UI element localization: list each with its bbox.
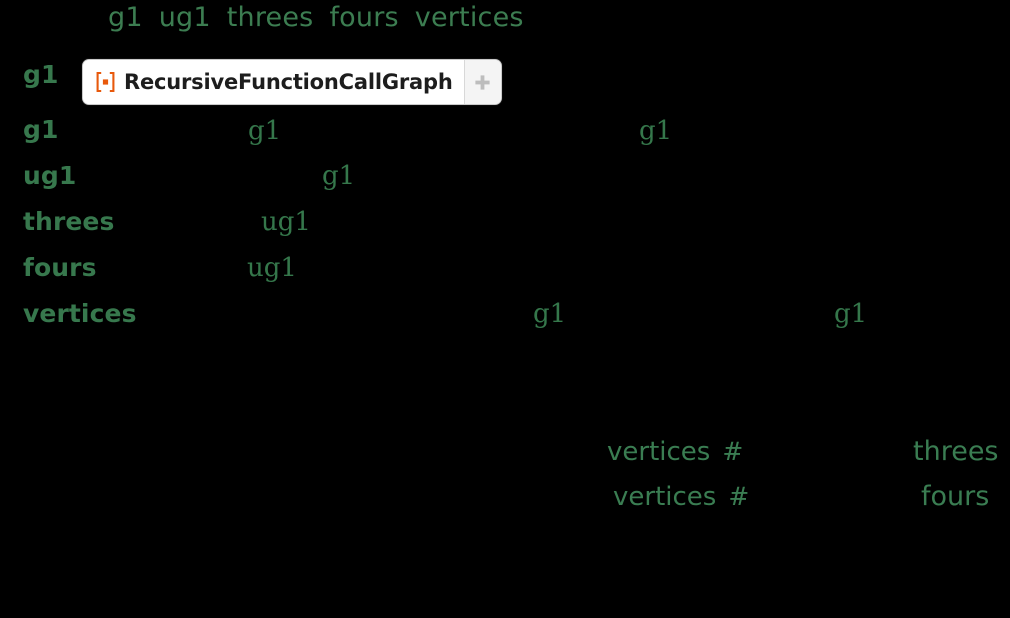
- header-label-g1: g1: [108, 2, 143, 33]
- resource-function-button[interactable]: RecursiveFunctionCallGraph: [82, 59, 502, 105]
- left-column-label-fours: fours: [23, 253, 97, 282]
- graph-node-label-ug1-b[interactable]: ug1: [247, 255, 297, 281]
- left-column-label-vertices: vertices: [23, 299, 137, 328]
- graph-node-label-g1-e[interactable]: g1: [834, 301, 867, 327]
- left-column-label-g1-1: g1: [23, 60, 59, 89]
- hash-slot-icon-2: #: [728, 482, 750, 511]
- left-column-label-g1-2: g1: [23, 115, 59, 144]
- group-label-text-1: vertices: [607, 437, 711, 467]
- add-to-notebook-button[interactable]: [463, 60, 501, 104]
- plus-icon: [474, 74, 491, 91]
- header-label-fours: fours: [329, 2, 399, 33]
- variable-header-row: g1 ug1 threes fours vertices: [108, 4, 524, 31]
- graph-node-label-g1-d[interactable]: g1: [533, 301, 566, 327]
- graph-node-label-g1-b[interactable]: g1: [639, 118, 672, 144]
- group-label-vertices-slot-2: vertices #: [613, 484, 749, 510]
- wolfram-resource-function-icon: [96, 71, 115, 93]
- group-right-label-threes: threes: [913, 436, 999, 467]
- graph-node-label-g1-a[interactable]: g1: [248, 118, 281, 144]
- header-label-vertices: vertices: [414, 2, 524, 33]
- header-label-ug1: ug1: [158, 2, 211, 33]
- group-right-label-fours: fours: [921, 481, 990, 512]
- group-label-text-2: vertices: [613, 482, 717, 512]
- graph-node-label-g1-c[interactable]: g1: [322, 163, 355, 189]
- resource-function-label: RecursiveFunctionCallGraph: [124, 69, 453, 94]
- group-label-vertices-slot-1: vertices #: [607, 439, 743, 465]
- graph-node-label-ug1-a[interactable]: ug1: [261, 209, 311, 235]
- header-label-threes: threes: [226, 2, 314, 33]
- left-column-label-threes: threes: [23, 207, 115, 236]
- resource-function-main[interactable]: RecursiveFunctionCallGraph: [83, 60, 464, 104]
- left-column-label-ug1: ug1: [23, 161, 77, 190]
- notebook-canvas: g1 ug1 threes fours vertices g1 g1 ug1 t…: [0, 0, 1010, 618]
- hash-slot-icon-1: #: [722, 437, 744, 466]
